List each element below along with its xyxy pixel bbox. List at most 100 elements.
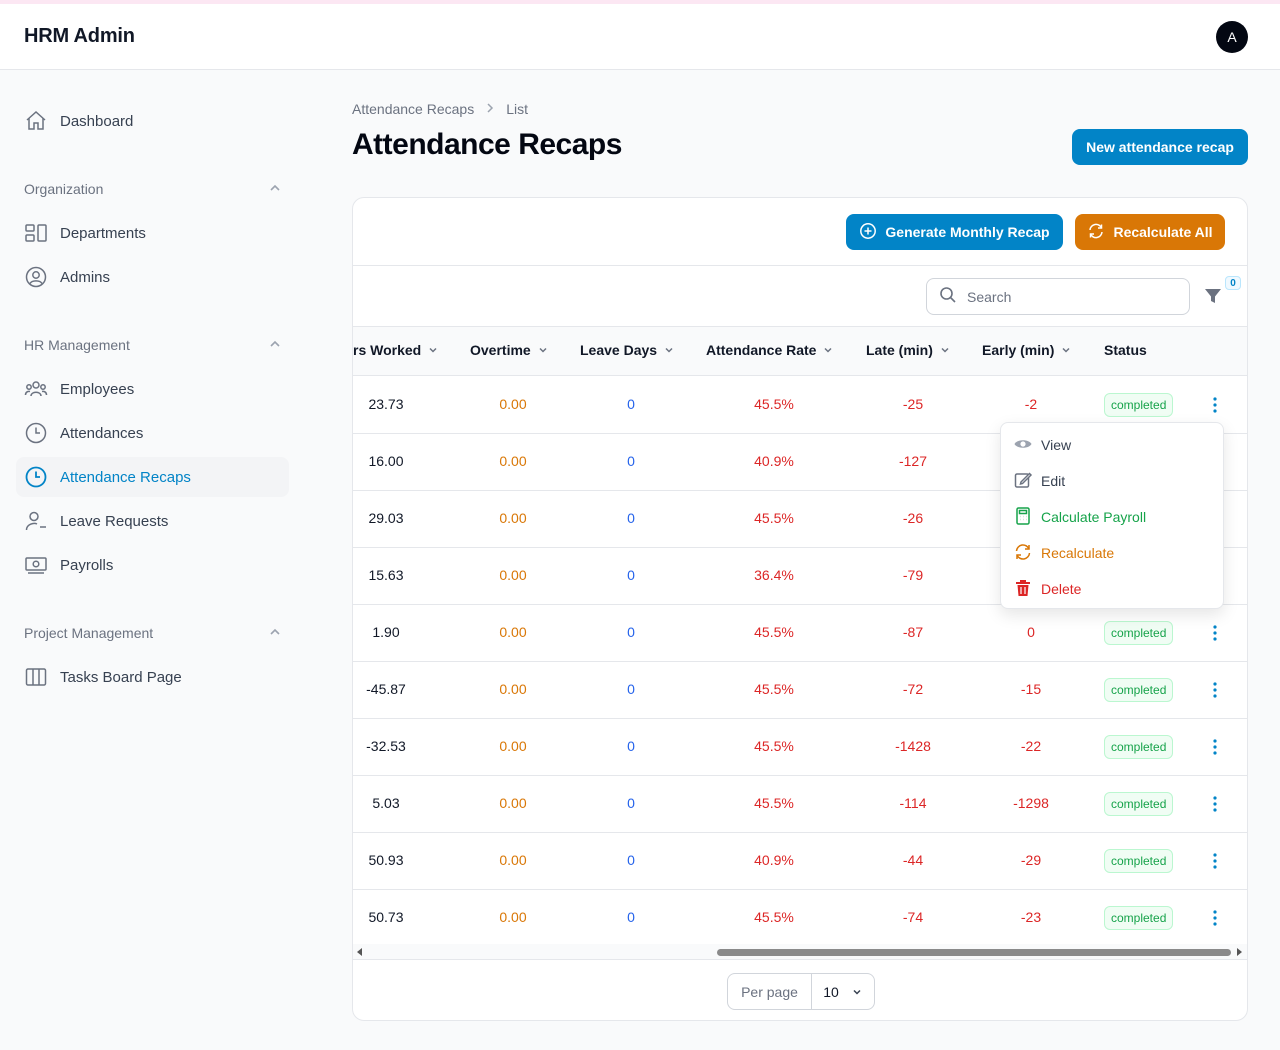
column-header-early[interactable]: Early (min) <box>982 342 1072 358</box>
search-input[interactable] <box>967 288 1167 305</box>
cell-leave-days: 0 <box>627 453 635 469</box>
breadcrumb-parent[interactable]: Attendance Recaps <box>352 101 474 117</box>
sidebar-item-payrolls[interactable]: Payrolls <box>16 545 289 585</box>
table-row[interactable]: 1.90 0.00 0 45.5% -87 0 completed <box>353 605 1247 662</box>
recalculate-all-button[interactable]: Recalculate All <box>1075 214 1225 250</box>
sidebar-item-label: Tasks Board Page <box>60 668 182 686</box>
sidebar-item-tasks-board[interactable]: Tasks Board Page <box>16 657 289 697</box>
menu-item-view[interactable]: View <box>1013 433 1071 457</box>
menu-item-delete[interactable]: Delete <box>1013 577 1081 601</box>
cell-hours-worked: 23.73 <box>368 396 404 412</box>
column-label: Overtime <box>470 342 531 358</box>
cell-leave-days: 0 <box>627 396 635 412</box>
group-hr-management[interactable]: HR Management <box>24 333 282 357</box>
more-vertical-icon[interactable] <box>1205 908 1225 928</box>
group-project-management[interactable]: Project Management <box>24 621 282 645</box>
cell-attendance-rate: 45.5% <box>754 510 794 526</box>
sidebar-item-attendances[interactable]: Attendances <box>16 413 289 453</box>
group-label: Organization <box>24 181 104 197</box>
filter-icon[interactable] <box>1203 286 1227 310</box>
sidebar-item-dashboard[interactable]: Dashboard <box>16 101 289 141</box>
column-header-late[interactable]: Late (min) <box>866 342 951 358</box>
avatar[interactable]: A <box>1216 21 1248 53</box>
cell-leave-days: 0 <box>627 567 635 583</box>
sidebar-item-label: Leave Requests <box>60 512 169 530</box>
new-attendance-recap-button[interactable]: New attendance recap <box>1072 129 1248 165</box>
cell-late-minutes: -79 <box>902 567 924 583</box>
more-vertical-icon[interactable] <box>1205 395 1225 415</box>
cell-early-minutes: 0 <box>1027 624 1035 640</box>
menu-item-calculate-payroll[interactable]: Calculate Payroll <box>1013 505 1146 529</box>
chevron-up-icon[interactable] <box>268 337 282 354</box>
refresh-icon <box>1087 222 1105 243</box>
column-label: Early (min) <box>982 342 1055 358</box>
horizontal-scrollbar[interactable] <box>353 944 1247 960</box>
chevron-down-icon <box>539 347 547 353</box>
chevron-down-icon <box>941 347 949 353</box>
cell-late-minutes: -44 <box>902 852 924 868</box>
more-vertical-icon[interactable] <box>1205 794 1225 814</box>
per-page-select[interactable]: Per page 10 <box>727 973 875 1010</box>
table-card: Generate Monthly Recap Recalculate All 0… <box>352 197 1248 1021</box>
cell-hours-worked: 1.90 <box>372 624 400 640</box>
chevron-up-icon[interactable] <box>268 625 282 642</box>
column-label: rs Worked <box>353 342 422 358</box>
cell-hours-worked: 15.63 <box>368 567 404 583</box>
cell-overtime: 0.00 <box>499 510 527 526</box>
cell-hours-worked: 29.03 <box>368 510 404 526</box>
cell-leave-days: 0 <box>627 681 635 697</box>
sidebar-item-label: Departments <box>60 224 146 242</box>
status-badge: completed <box>1104 792 1174 816</box>
menu-item-recalculate[interactable]: Recalculate <box>1013 541 1114 565</box>
row-actions-menu: View Edit Calculate Payroll Recalculate … <box>1000 422 1224 609</box>
eye-icon <box>1013 434 1033 457</box>
chevron-up-icon[interactable] <box>268 181 282 198</box>
sidebar-item-admins[interactable]: Admins <box>16 257 289 297</box>
menu-item-edit[interactable]: Edit <box>1013 469 1065 493</box>
more-vertical-icon[interactable] <box>1205 851 1225 871</box>
generate-monthly-recap-button[interactable]: Generate Monthly Recap <box>846 214 1063 250</box>
column-header-attendance-rate[interactable]: Attendance Rate <box>706 342 834 358</box>
sidebar-item-departments[interactable]: Departments <box>16 213 289 253</box>
sidebar-item-leave-requests[interactable]: Leave Requests <box>16 501 289 541</box>
menu-item-label: View <box>1041 437 1072 453</box>
cell-attendance-rate: 45.5% <box>754 681 794 697</box>
table-row[interactable]: 5.03 0.00 0 45.5% -114 -1298 completed <box>353 776 1247 833</box>
calculator-icon <box>1013 506 1033 529</box>
recalculate-all-label: Recalculate All <box>1113 224 1213 240</box>
scroll-right-icon[interactable] <box>1237 948 1242 956</box>
card-header: Generate Monthly Recap Recalculate All <box>353 198 1247 266</box>
sidebar-item-attendance-recaps[interactable]: Attendance Recaps <box>16 457 289 497</box>
cell-overtime: 0.00 <box>499 396 527 412</box>
scroll-left-icon[interactable] <box>357 948 362 956</box>
cell-overtime: 0.00 <box>499 453 527 469</box>
sidebar-item-employees[interactable]: Employees <box>16 369 289 409</box>
column-header-leave-days[interactable]: Leave Days <box>580 342 675 358</box>
table-row[interactable]: 50.93 0.00 0 40.9% -44 -29 completed <box>353 833 1247 890</box>
table-row[interactable]: -32.53 0.00 0 45.5% -1428 -22 completed <box>353 719 1247 776</box>
cell-late-minutes: -74 <box>902 909 924 925</box>
column-label: Leave Days <box>580 342 658 358</box>
per-page-value-select[interactable]: 10 <box>812 974 874 1009</box>
search-box[interactable] <box>926 278 1190 315</box>
app-title[interactable]: HRM Admin <box>24 25 135 48</box>
cell-attendance-rate: 36.4% <box>754 567 794 583</box>
chevron-right-icon <box>484 101 496 117</box>
cell-attendance-rate: 40.9% <box>754 852 794 868</box>
cell-leave-days: 0 <box>627 909 635 925</box>
group-label: HR Management <box>24 337 130 353</box>
table-row[interactable]: -45.87 0.00 0 45.5% -72 -15 completed <box>353 662 1247 719</box>
table-row[interactable]: 50.73 0.00 0 45.5% -74 -23 completed <box>353 890 1247 947</box>
more-vertical-icon[interactable] <box>1205 737 1225 757</box>
scrollbar-thumb[interactable] <box>717 949 1231 956</box>
cell-hours-worked: 50.93 <box>368 852 404 868</box>
menu-item-label: Delete <box>1041 581 1082 597</box>
cell-attendance-rate: 45.5% <box>754 624 794 640</box>
column-header-hours-worked[interactable]: rs Worked <box>353 342 439 358</box>
column-header-overtime[interactable]: Overtime <box>470 342 549 358</box>
generate-label: Generate Monthly Recap <box>885 224 1050 240</box>
table-toolbar: 0 <box>353 266 1247 327</box>
more-vertical-icon[interactable] <box>1205 680 1225 700</box>
group-organization[interactable]: Organization <box>24 177 282 201</box>
more-vertical-icon[interactable] <box>1205 623 1225 643</box>
